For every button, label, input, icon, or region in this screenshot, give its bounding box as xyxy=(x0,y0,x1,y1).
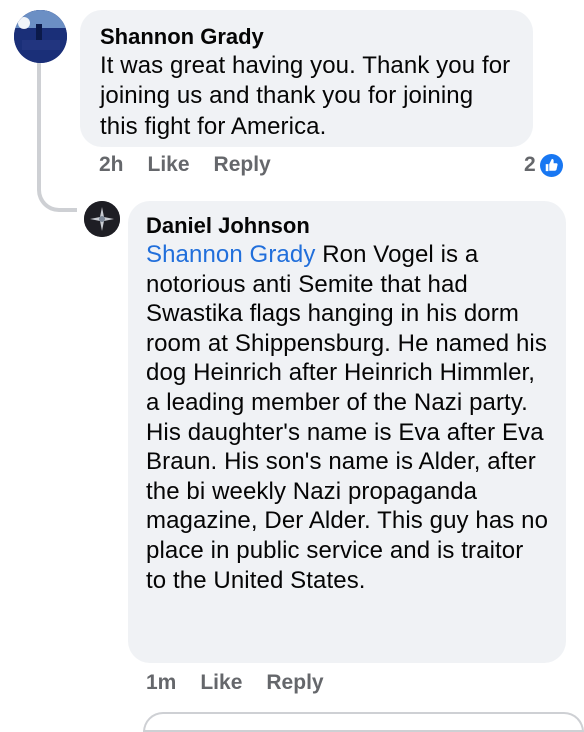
comment-text: It was great having you. Thank you for j… xyxy=(100,52,511,140)
comment-actions: 1m Like Reply xyxy=(146,671,348,695)
reaction-count: 2 xyxy=(524,153,536,176)
comment-timestamp[interactable]: 1m xyxy=(146,671,176,695)
thread-connector xyxy=(37,172,77,212)
avatar-image xyxy=(84,201,120,237)
reply-button[interactable]: Reply xyxy=(266,671,323,695)
comment-timestamp[interactable]: 2h xyxy=(99,153,124,177)
thumbs-up-icon xyxy=(539,153,563,177)
comment-bubble: Shannon Grady It was great having you. T… xyxy=(80,10,533,147)
reply-bubble: Daniel Johnson Shannon Grady Ron Vogel i… xyxy=(128,201,566,663)
thread-line xyxy=(37,62,41,190)
reaction-summary[interactable]: 2 xyxy=(524,153,563,177)
comment-author[interactable]: Shannon Grady xyxy=(100,23,515,51)
like-button[interactable]: Like xyxy=(200,671,242,695)
comment-author[interactable]: Daniel Johnson xyxy=(146,212,550,240)
comment-actions: 2h Like Reply xyxy=(99,153,295,177)
avatar-image xyxy=(14,10,67,63)
comment-text: Shannon Grady Ron Vogel is a notorious a… xyxy=(146,240,550,595)
avatar[interactable] xyxy=(14,10,67,63)
avatar[interactable] xyxy=(84,201,120,237)
reply-button[interactable]: Reply xyxy=(214,153,271,177)
comment-body: Ron Vogel is a notorious anti Semite tha… xyxy=(146,241,549,594)
reply-input-edge[interactable] xyxy=(143,712,584,732)
mention-link[interactable]: Shannon Grady xyxy=(146,241,315,268)
like-button[interactable]: Like xyxy=(148,153,190,177)
